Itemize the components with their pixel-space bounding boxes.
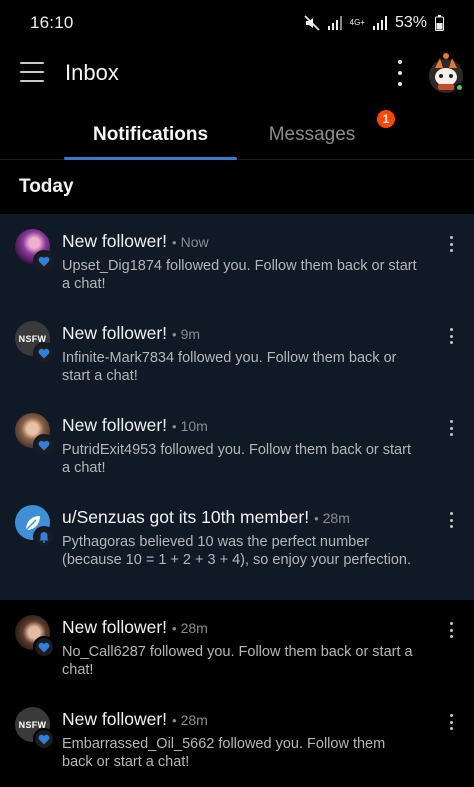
notification-list: New follower! • Now Upset_Dig1874 follow… — [0, 214, 474, 784]
notification-time: 9m — [180, 326, 201, 342]
separator-dot: • — [172, 235, 177, 250]
notification-title: New follower! — [62, 323, 168, 343]
more-options-icon[interactable] — [443, 622, 459, 638]
notification-body: Pythagoras believed 10 was the perfect n… — [62, 534, 412, 568]
more-options-icon[interactable] — [443, 420, 459, 436]
notification-time: 10m — [180, 418, 208, 434]
notification-item[interactable]: NSFW New follower! • 28m Embarrassed_Oil… — [0, 692, 474, 784]
bell-icon — [33, 526, 55, 548]
notification-time: Now — [180, 234, 209, 250]
app-bar: Inbox — [0, 46, 474, 102]
mute-icon — [304, 15, 320, 31]
separator-dot: • — [172, 621, 177, 636]
separator-dot: • — [172, 713, 177, 728]
messages-unread-badge: 1 — [377, 110, 395, 128]
network-type: 4G+ — [349, 18, 365, 27]
signal-icon — [327, 16, 342, 30]
notification-item[interactable]: New follower! • 28m No_Call6287 followed… — [0, 600, 474, 692]
notification-time: 28m — [322, 510, 350, 526]
heart-icon — [33, 636, 55, 658]
notification-item[interactable]: New follower! • Now Upset_Dig1874 follow… — [0, 214, 474, 306]
more-options-icon[interactable] — [443, 714, 459, 730]
separator-dot: • — [314, 511, 319, 526]
page-title: Inbox — [65, 60, 119, 85]
status-icons: 4G+ 53% — [304, 14, 444, 32]
notification-body: Embarrassed_Oil_5662 followed you. Follo… — [62, 736, 386, 770]
more-options-icon[interactable] — [443, 512, 459, 528]
more-options-icon[interactable] — [443, 236, 459, 252]
notification-title: New follower! — [62, 709, 168, 729]
separator-dot: • — [172, 327, 177, 342]
notification-title: New follower! — [62, 617, 168, 637]
status-time: 16:10 — [30, 13, 74, 32]
notification-body: No_Call6287 followed you. Follow them ba… — [62, 644, 413, 678]
notification-body: Infinite-Mark7834 followed you. Follow t… — [62, 350, 397, 384]
online-status-dot — [455, 83, 464, 92]
more-options-icon[interactable] — [443, 328, 459, 344]
section-header-today: Today — [19, 176, 74, 197]
notification-title: New follower! — [62, 231, 168, 251]
battery-percent: 53% — [394, 14, 427, 31]
inbox-tabs: Notifications Messages 1 — [0, 110, 474, 160]
notification-body: Upset_Dig1874 followed you. Follow them … — [62, 258, 417, 292]
notification-title: New follower! — [62, 415, 168, 435]
notification-body: PutridExit4953 followed you. Follow them… — [62, 442, 411, 476]
notification-time: 28m — [180, 712, 208, 728]
notification-time: 28m — [180, 620, 208, 636]
separator-dot: • — [172, 419, 177, 434]
heart-icon — [33, 728, 55, 750]
active-tab-indicator — [64, 157, 237, 160]
heart-icon — [33, 342, 55, 364]
notification-item[interactable]: NSFW New follower! • 9m Infinite-Mark783… — [0, 306, 474, 398]
tab-notifications[interactable]: Notifications — [64, 110, 237, 160]
battery-icon — [435, 15, 444, 31]
signal-icon-2 — [372, 16, 387, 30]
hamburger-menu-icon[interactable] — [20, 62, 44, 82]
status-bar: 16:10 4G+ 53% — [0, 0, 474, 46]
user-avatar[interactable] — [426, 50, 466, 94]
overflow-menu-icon[interactable] — [392, 60, 408, 86]
heart-icon — [33, 250, 55, 272]
notification-item[interactable]: New follower! • 10m PutridExit4953 follo… — [0, 398, 474, 490]
tab-messages[interactable]: Messages — [237, 110, 387, 160]
notification-title: u/Senzuas got its 10th member! — [62, 507, 310, 527]
notification-item[interactable]: u/Senzuas got its 10th member! • 28m Pyt… — [0, 490, 474, 600]
heart-icon — [33, 434, 55, 456]
